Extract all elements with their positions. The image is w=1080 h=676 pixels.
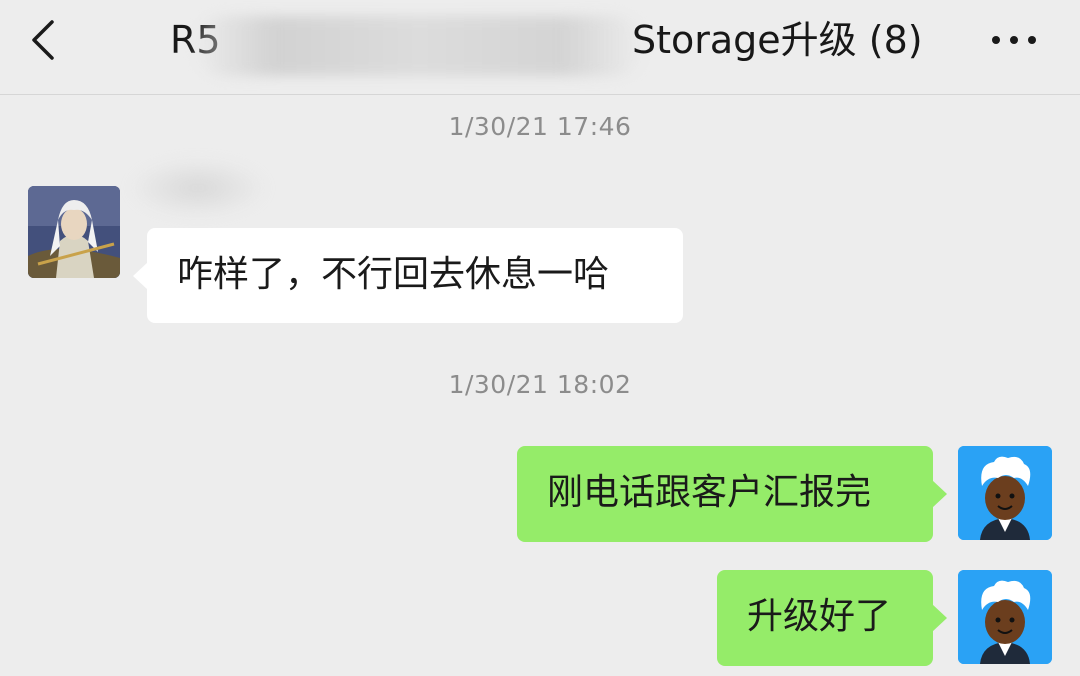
outgoing-message-bubble[interactable]: 升级好了: [717, 570, 947, 666]
chat-header: R5 Storage升级 (8): [0, 0, 1080, 95]
sender-name-redaction: [128, 158, 268, 218]
chevron-left-icon: [32, 20, 54, 60]
title-redaction: [194, 16, 644, 76]
message-timestamp: 1/30/21 18:02: [448, 370, 632, 399]
chat-title-suffix: Storage升级 (8): [632, 18, 923, 62]
more-dots-icon: [992, 36, 1036, 44]
message-timestamp: 1/30/21 17:46: [448, 112, 632, 141]
message-text: 升级好了: [747, 596, 892, 637]
outgoing-message-bubble[interactable]: 刚电话跟客户汇报完: [517, 446, 947, 542]
message-text: 咋样了，不行回去休息一哈: [177, 254, 610, 295]
chat-title: R5 Storage升级 (8): [170, 14, 930, 76]
back-button[interactable]: [22, 16, 70, 64]
my-avatar-image: [958, 446, 1052, 540]
message-text: 刚电话跟客户汇报完: [547, 472, 872, 513]
chat-screen: R5 Storage升级 (8) 1/30/21 17:46 咋样了: [0, 0, 1080, 676]
my-avatar[interactable]: [958, 446, 1052, 540]
more-button[interactable]: [984, 20, 1044, 60]
my-avatar-image: [958, 570, 1052, 664]
contact-avatar-image: [28, 186, 120, 278]
contact-avatar[interactable]: [28, 186, 120, 278]
my-avatar[interactable]: [958, 570, 1052, 664]
incoming-message-bubble[interactable]: 咋样了，不行回去休息一哈: [133, 228, 683, 323]
